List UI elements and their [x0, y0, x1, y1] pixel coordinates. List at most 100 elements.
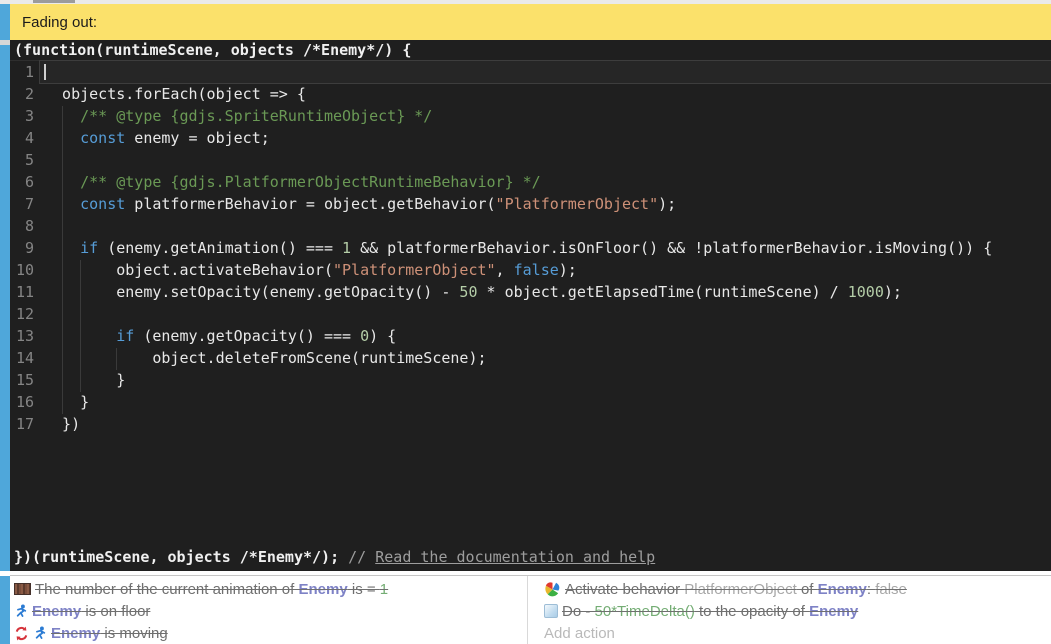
line-number: 7 [10, 193, 40, 215]
code-line-content [40, 149, 1051, 171]
code-token: enemy = object; [125, 129, 270, 147]
code-line[interactable]: 7 const platformerBehavior = object.getB… [10, 193, 1051, 215]
parameter: PlatformerObject [684, 581, 797, 598]
code-wrapper-close: })(runtimeScene, objects /*Enemy*/); // … [10, 545, 1051, 569]
code-line-content: objects.forEach(object => { [40, 83, 1051, 105]
code-token: "PlatformerObject" [333, 261, 496, 279]
gdevelop-event-sheet: Fading out: (function(runtimeScene, obje… [0, 0, 1051, 644]
code-line[interactable]: 8 [10, 215, 1051, 237]
code-token: platformerBehavior = object.getBehavior( [125, 195, 495, 213]
action-row[interactable]: Do - 50*TimeDelta() to the opacity of En… [528, 600, 1051, 622]
line-number: 16 [10, 391, 40, 413]
code-line[interactable]: 11 enemy.setOpacity(enemy.getOpacity() -… [10, 281, 1051, 303]
code-line[interactable]: 6 /** @type {gdjs.PlatformerObjectRuntim… [10, 171, 1051, 193]
code-line-content: object.activateBehavior("PlatformerObjec… [40, 259, 1051, 281]
behavior-icon [544, 581, 561, 598]
code-line[interactable]: 12 [10, 303, 1051, 325]
code-line[interactable]: 15 } [10, 369, 1051, 391]
code-line-content: /** @type {gdjs.SpriteRuntimeObject} */ [40, 105, 1051, 127]
event-sentence: Activate behavior PlatformerObject of En… [565, 581, 907, 598]
code-line-content: object.deleteFromScene(runtimeScene); [40, 347, 1051, 369]
line-number: 9 [10, 237, 40, 259]
code-line[interactable]: 16 } [10, 391, 1051, 413]
code-token: false [514, 261, 559, 279]
code-footer-comment: // [348, 548, 375, 566]
action-row[interactable]: Activate behavior PlatformerObject of En… [528, 578, 1051, 600]
event-sentence: Enemy is moving [51, 625, 168, 642]
code-line-content: if (enemy.getOpacity() === 0) { [40, 325, 1051, 347]
code-line[interactable]: 1 [10, 61, 1051, 83]
indent-guide [116, 348, 117, 370]
object-name: Enemy [818, 581, 867, 598]
animation-icon [14, 583, 31, 595]
line-number: 17 [10, 413, 40, 435]
object-name: Enemy [51, 625, 100, 642]
code-line[interactable]: 3 /** @type {gdjs.SpriteRuntimeObject} *… [10, 105, 1051, 127]
code-token: (enemy.getOpacity() === [134, 327, 360, 345]
sentence-text: Do - [562, 603, 595, 620]
code-line[interactable]: 2 objects.forEach(object => { [10, 83, 1051, 105]
code-token: , [496, 261, 514, 279]
documentation-link[interactable]: Read the documentation and help [375, 548, 655, 566]
sentence-text: to the opacity of [695, 603, 809, 620]
indent-guide [80, 260, 81, 392]
code-token: 0 [360, 327, 369, 345]
line-number: 15 [10, 369, 40, 391]
event-selection-bar [0, 4, 10, 40]
line-number: 13 [10, 325, 40, 347]
condition-row[interactable]: Enemy is on floor [10, 600, 527, 622]
code-line[interactable]: 17 }) [10, 413, 1051, 435]
line-number: 3 [10, 105, 40, 127]
parameter: false [875, 581, 907, 598]
code-line-content: } [40, 369, 1051, 391]
line-number: 6 [10, 171, 40, 193]
code-token: object.activateBehavior( [44, 261, 333, 279]
condition-row[interactable]: The number of the current animation of E… [10, 578, 527, 600]
line-number: 5 [10, 149, 40, 171]
event-comment-text: Fading out: [22, 14, 97, 31]
condition-row[interactable]: Enemy is moving [10, 622, 527, 644]
runner-icon [33, 625, 47, 641]
code-token: && platformerBehavior.isOnFloor() && !pl… [351, 239, 992, 257]
text-cursor [44, 64, 46, 80]
code-line-content: const enemy = object; [40, 127, 1051, 149]
code-line-content: }) [40, 413, 1051, 435]
code-token: object.deleteFromScene(runtimeScene); [44, 349, 487, 367]
code-token: 1000 [848, 283, 884, 301]
conditions-column: The number of the current animation of E… [10, 576, 527, 644]
code-line[interactable]: 4 const enemy = object; [10, 127, 1051, 149]
js-code-event: (function(runtimeScene, objects /*Enemy*… [10, 40, 1051, 571]
code-token: const [80, 129, 125, 147]
value-parameter: 50*TimeDelta() [595, 603, 695, 620]
code-line[interactable]: 10 object.activateBehavior("PlatformerOb… [10, 259, 1051, 281]
line-number: 11 [10, 281, 40, 303]
code-line[interactable]: 9 if (enemy.getAnimation() === 1 && plat… [10, 237, 1051, 259]
code-line-content: } [40, 391, 1051, 413]
code-token: ); [884, 283, 902, 301]
value-parameter: 1 [380, 581, 388, 598]
code-token: } [44, 371, 125, 389]
code-wrapper-close-text: })(runtimeScene, objects /*Enemy*/); [14, 548, 348, 566]
code-line-content: enemy.setOpacity(enemy.getOpacity() - 50… [40, 281, 1051, 303]
code-line-content: /** @type {gdjs.PlatformerObjectRuntimeB… [40, 171, 1051, 193]
line-number: 10 [10, 259, 40, 281]
code-line[interactable]: 14 object.deleteFromScene(runtimeScene); [10, 347, 1051, 369]
event-comment-header[interactable]: Fading out: [10, 4, 1051, 40]
code-line[interactable]: 13 if (enemy.getOpacity() === 0) { [10, 325, 1051, 347]
runner-icon [14, 603, 28, 619]
object-name: Enemy [809, 603, 858, 620]
sentence-text: of [797, 581, 818, 598]
code-line-content: const platformerBehavior = object.getBeh… [40, 193, 1051, 215]
code-token: const [80, 195, 125, 213]
object-name: Enemy [298, 581, 347, 598]
code-line[interactable]: 5 [10, 149, 1051, 171]
actions-column: Activate behavior PlatformerObject of En… [527, 576, 1051, 644]
add-action-button[interactable]: Add action [528, 622, 1051, 644]
code-editor[interactable]: 12 objects.forEach(object => {3 /** @typ… [10, 60, 1051, 435]
line-number: 14 [10, 347, 40, 369]
indent-guide [62, 106, 63, 414]
code-token: if [116, 327, 134, 345]
event-selection-bar [0, 576, 10, 644]
event-selection-bar [0, 45, 10, 571]
sentence-text: is moving [100, 625, 168, 642]
